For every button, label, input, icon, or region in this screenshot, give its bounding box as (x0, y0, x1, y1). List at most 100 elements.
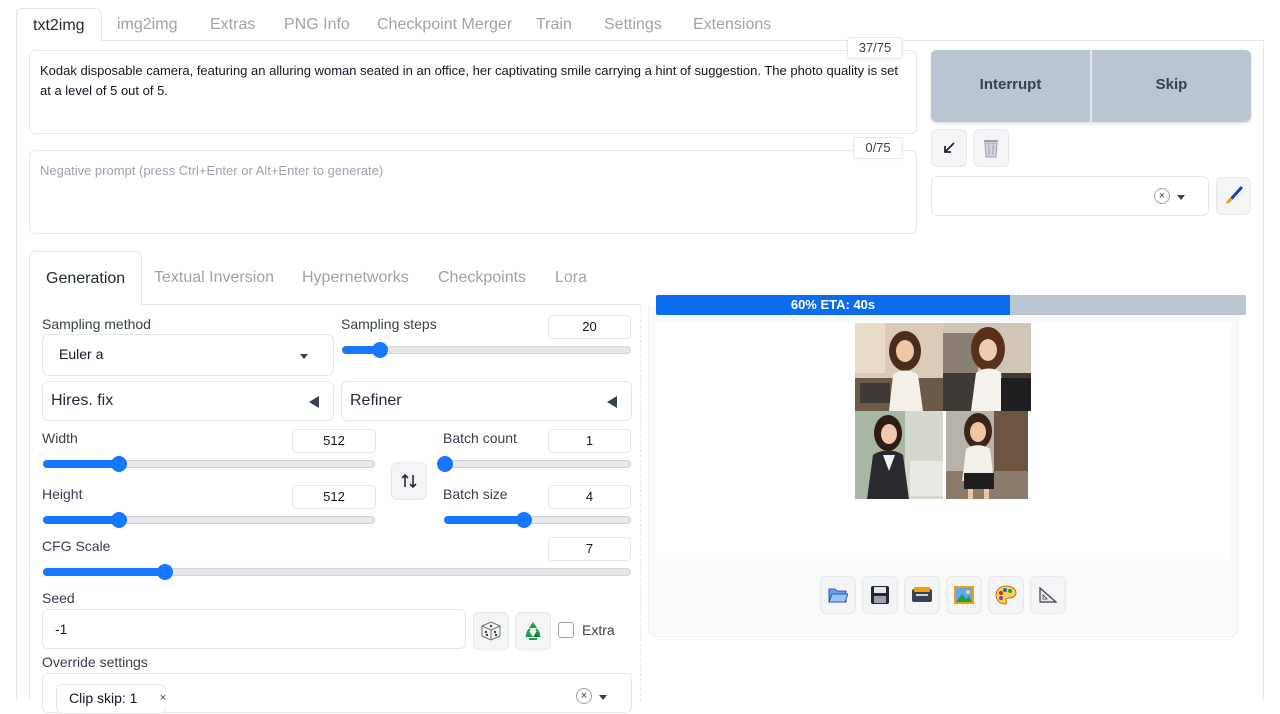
sampling-method-value: Euler a (59, 346, 104, 362)
office-woman-image (855, 323, 943, 411)
batch-size-input[interactable]: 4 (548, 485, 631, 509)
send-to-extras-button[interactable] (1030, 576, 1066, 614)
refiner-accordion[interactable]: Refiner (341, 381, 632, 421)
width-input[interactable]: 512 (292, 429, 376, 453)
height-label: Height (42, 486, 83, 502)
tab-settings[interactable]: Settings (604, 8, 662, 41)
sampling-method-label: Sampling method (42, 316, 151, 332)
read-params-button[interactable] (931, 129, 967, 167)
slider-fill (444, 516, 524, 524)
styles-dropdown[interactable]: × (931, 176, 1209, 216)
override-chip-label: Clip skip: 1 (69, 690, 138, 706)
batch-size-slider[interactable] (444, 512, 631, 528)
office-woman-image (946, 411, 1028, 499)
slider-thumb[interactable] (516, 512, 532, 528)
swap-arrows-icon (401, 473, 417, 489)
slider-thumb[interactable] (157, 564, 173, 580)
cfg-scale-slider[interactable] (43, 564, 631, 580)
image-gallery[interactable] (656, 322, 1231, 559)
sampling-steps-input[interactable]: 20 (548, 315, 631, 339)
generated-image[interactable] (855, 323, 943, 411)
override-settings-dropdown[interactable]: Clip skip: 1 × × (42, 673, 632, 714)
generate-actions: Interrupt Skip (931, 50, 1251, 122)
negative-prompt-textarea[interactable]: Negative prompt (press Ctrl+Enter or Alt… (29, 150, 917, 234)
sampling-method-dropdown[interactable]: Euler a (42, 334, 334, 376)
seed-label: Seed (42, 590, 75, 606)
tab-png-info[interactable]: PNG Info (284, 8, 350, 41)
batch-count-slider[interactable] (437, 456, 631, 472)
generated-image[interactable] (855, 411, 943, 499)
send-to-img2img-button[interactable] (946, 576, 982, 614)
height-slider[interactable] (43, 512, 375, 528)
skip-button[interactable]: Skip (1092, 50, 1251, 120)
paintbrush-icon (1225, 186, 1242, 204)
generated-image[interactable] (943, 323, 1031, 411)
chevron-down-icon (300, 354, 308, 359)
override-clear-icon[interactable]: × (576, 688, 592, 704)
width-label: Width (42, 430, 78, 446)
tab-checkpoint-merger[interactable]: Checkpoint Merger (377, 8, 512, 41)
edit-styles-button[interactable] (1216, 177, 1251, 215)
negative-token-counter: 0/75 (853, 137, 903, 159)
collapse-triangle-icon (309, 396, 319, 408)
tab-extensions[interactable]: Extensions (693, 8, 771, 41)
zip-button[interactable] (904, 576, 940, 614)
send-to-inpaint-button[interactable] (988, 576, 1024, 614)
tab-generation[interactable]: Generation (29, 251, 143, 305)
sampling-steps-label: Sampling steps (341, 316, 437, 332)
prompt-token-counter: 37/75 (847, 37, 903, 59)
slider-thumb[interactable] (372, 342, 388, 358)
folder-icon (828, 588, 849, 603)
cfg-scale-label: CFG Scale (42, 538, 111, 554)
tab-textual-inversion[interactable]: Textual Inversion (154, 251, 274, 305)
batch-size-label: Batch size (443, 486, 508, 502)
tab-lora[interactable]: Lora (555, 251, 587, 305)
refiner-label: Refiner (350, 392, 402, 409)
collapse-triangle-icon (607, 396, 617, 408)
zip-icon (912, 587, 932, 602)
image-icon (954, 586, 974, 604)
slider-thumb[interactable] (111, 456, 127, 472)
ruler-icon (1039, 586, 1058, 603)
tab-txt2img[interactable]: txt2img (16, 8, 102, 41)
clear-prompt-button[interactable] (973, 129, 1009, 167)
save-button[interactable] (862, 576, 898, 614)
trash-icon (984, 140, 998, 158)
chevron-down-icon (599, 695, 607, 700)
tab-img2img[interactable]: img2img (117, 8, 177, 41)
reuse-seed-button[interactable] (515, 612, 551, 650)
random-seed-button[interactable] (473, 612, 509, 650)
cfg-scale-input[interactable]: 7 (548, 537, 631, 561)
tab-hypernetworks[interactable]: Hypernetworks (302, 251, 409, 305)
hires-fix-label: Hires. fix (51, 392, 114, 409)
slider-thumb[interactable] (437, 456, 453, 472)
slider-fill (43, 516, 119, 524)
batch-count-input[interactable]: 1 (548, 429, 631, 453)
swap-dimensions-button[interactable] (391, 462, 427, 500)
slider-fill (43, 568, 165, 576)
extra-seed-checkbox[interactable] (558, 622, 574, 638)
override-chip[interactable]: Clip skip: 1 × (56, 684, 171, 714)
chip-remove-icon[interactable]: × (155, 691, 171, 707)
progress-bar: 60% ETA: 40s (656, 295, 1246, 315)
negative-prompt-placeholder: Negative prompt (press Ctrl+Enter or Alt… (40, 163, 384, 178)
extra-label: Extra (582, 622, 615, 638)
sampling-steps-slider[interactable] (342, 342, 631, 358)
generated-image[interactable] (946, 411, 1034, 499)
batch-count-label: Batch count (443, 430, 517, 446)
hires-fix-accordion[interactable]: Hires. fix (42, 381, 334, 421)
slider-fill (43, 460, 119, 468)
prompt-textarea[interactable]: Kodak disposable camera, featuring an al… (29, 50, 917, 134)
tab-divider (100, 40, 1264, 41)
height-input[interactable]: 512 (292, 485, 376, 509)
tab-checkpoints[interactable]: Checkpoints (438, 251, 526, 305)
slider-thumb[interactable] (111, 512, 127, 528)
styles-clear-icon[interactable]: × (1154, 188, 1170, 204)
tab-extras[interactable]: Extras (210, 8, 255, 41)
interrupt-button[interactable]: Interrupt (931, 50, 1090, 120)
open-folder-button[interactable] (820, 576, 856, 614)
seed-input[interactable]: -1 (42, 609, 466, 649)
chevron-down-icon (1177, 195, 1185, 200)
width-slider[interactable] (43, 456, 375, 472)
tab-train[interactable]: Train (536, 8, 572, 41)
